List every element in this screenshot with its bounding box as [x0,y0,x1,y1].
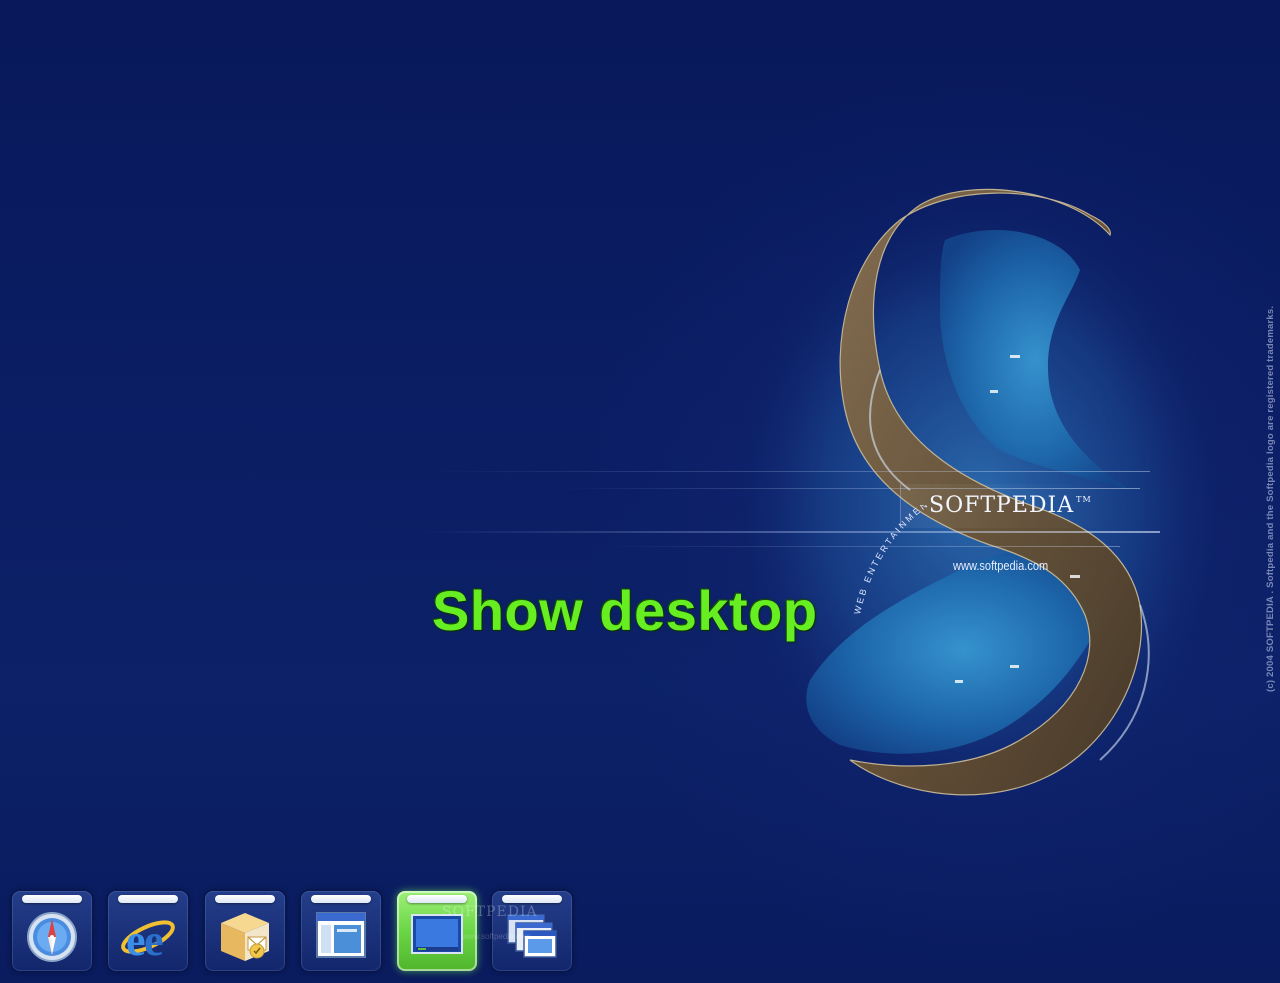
dock-item-window[interactable] [301,891,381,971]
dock-item-switch-windows[interactable] [492,891,572,971]
svg-text:WEB ENTERTAINMENT: WEB ENTERTAINMENT [840,505,931,615]
copyright-text: (c) 2004 SOFTPEDIA . Softpedia and the S… [1265,305,1276,692]
dock-item-cap [407,895,467,903]
dock-item-show-desktop[interactable] [397,891,477,971]
show-desktop-icon [411,914,463,954]
dock-item-cap [118,895,178,903]
show-desktop-label: Show desktop [432,579,818,642]
dock-item-cap [215,895,275,903]
dock-item-safari[interactable] [12,891,92,971]
svg-text:e: e [126,916,146,965]
tagline-text: WEB ENTERTAINMENT [840,505,929,615]
trademark-mark: TM [1076,495,1092,504]
multiple-windows-icon [507,914,557,958]
desktop[interactable]: SOFTPEDIA TM www.softpedia.com WEB ENTERT… [0,0,1280,983]
internet-explorer-icon: e e [121,916,175,965]
wallpaper-copyright: (c) 2004 SOFTPEDIA . Softpedia and the S… [1262,306,1278,700]
dock-item-outlook[interactable] [205,891,285,971]
compass-icon [27,912,77,962]
dock: e e SOFTPEDIA www.softpedia.com [12,888,582,974]
wallpaper-streak-line [420,531,1160,533]
wallpaper-streak-line [430,471,1150,472]
dock-item-internet-explorer[interactable]: e e [108,891,188,971]
web-entertainment-tagline: WEB ENTERTAINMENT [840,505,931,615]
dock-item-cap [502,895,562,903]
dock-item-cap [22,895,82,903]
window-icon [316,912,366,958]
svg-text:e: e [144,916,164,965]
dock-item-cap [311,895,371,903]
mail-box-icon [221,913,269,961]
